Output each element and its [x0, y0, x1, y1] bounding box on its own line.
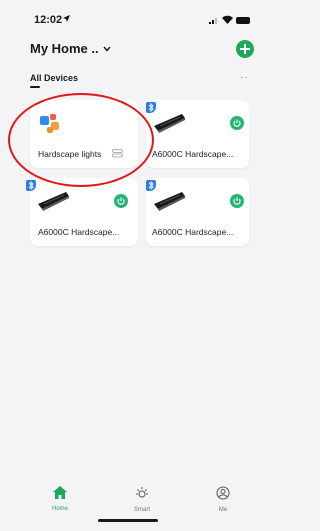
status-bar: 12:02 [0, 0, 250, 36]
tab-label-home: Home [51, 506, 68, 512]
chevron-down-icon [103, 46, 111, 52]
lamp-icon [154, 192, 185, 211]
bluetooth-icon [26, 180, 36, 191]
tab-label-me: Me [218, 507, 228, 513]
device-card-a6000c-1[interactable]: A6000C Hardscape... [146, 100, 249, 168]
power-button[interactable] [114, 194, 128, 208]
power-button[interactable] [230, 116, 244, 130]
home-icon [53, 486, 67, 499]
tab-indicator [30, 86, 40, 88]
tab-smart[interactable]: Smart [122, 486, 162, 513]
location-arrow-icon [63, 15, 70, 22]
home-indicator [98, 519, 158, 522]
device-card-a6000c-2[interactable]: A6000C Hardscape... [26, 178, 138, 246]
lamp-icon [38, 192, 69, 211]
power-button[interactable] [230, 194, 244, 208]
device-card-a6000c-3[interactable]: A6000C Hardscape... [146, 178, 249, 246]
tab-label-smart: Smart [133, 507, 150, 513]
cellular-signal-icon [209, 18, 217, 24]
home-title: My Home .. [30, 41, 99, 56]
clock: 12:02 [34, 14, 63, 26]
wifi-icon [222, 15, 233, 24]
tab-all-devices[interactable]: All Devices [30, 73, 78, 83]
home-selector[interactable]: My Home .. [30, 41, 111, 56]
tab-me[interactable]: Me [203, 486, 243, 513]
sun-icon [136, 487, 148, 498]
tab-home[interactable]: Home [40, 486, 80, 512]
highlight-circle [8, 93, 154, 187]
add-device-button[interactable] [236, 40, 254, 58]
more-menu-icon[interactable]: ·· [240, 72, 249, 83]
profile-icon [216, 486, 230, 500]
device-name: A6000C Hardscape... [152, 149, 234, 159]
bottom-tab-bar: Home Smart Me [0, 478, 249, 531]
device-name: A6000C Hardscape... [152, 227, 234, 237]
battery-icon [236, 17, 250, 24]
device-name: A6000C Hardscape... [38, 227, 120, 237]
lamp-icon [154, 114, 185, 133]
